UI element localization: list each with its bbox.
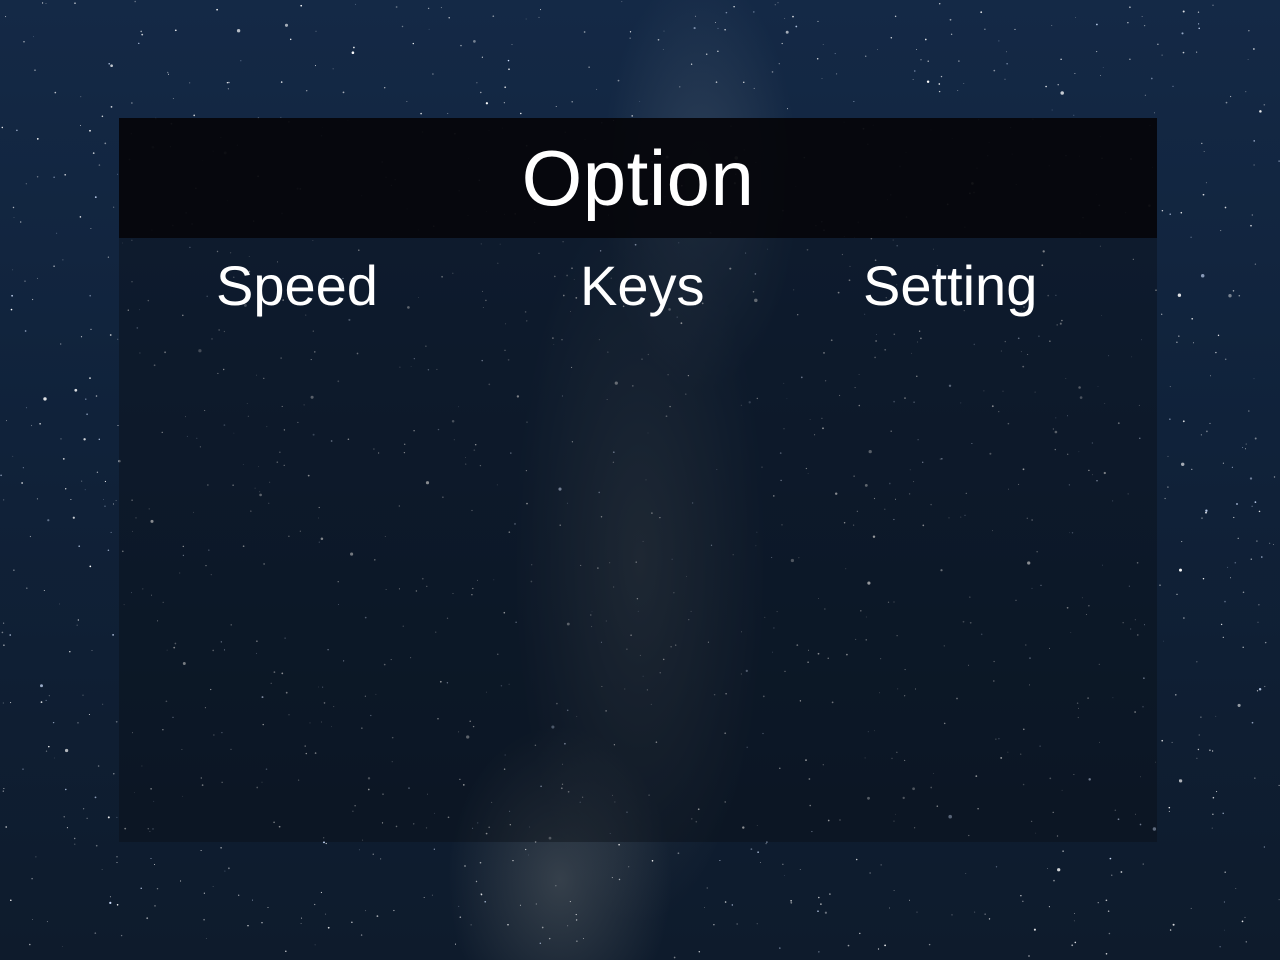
- menu-item-speed[interactable]: Speed: [216, 258, 378, 314]
- title-bar: Option: [119, 118, 1157, 238]
- page-title: Option: [521, 134, 755, 222]
- menu-item-setting[interactable]: Setting: [863, 258, 1037, 314]
- options-panel: Option Speed Keys Setting: [119, 118, 1157, 842]
- menu-item-keys[interactable]: Keys: [580, 258, 705, 314]
